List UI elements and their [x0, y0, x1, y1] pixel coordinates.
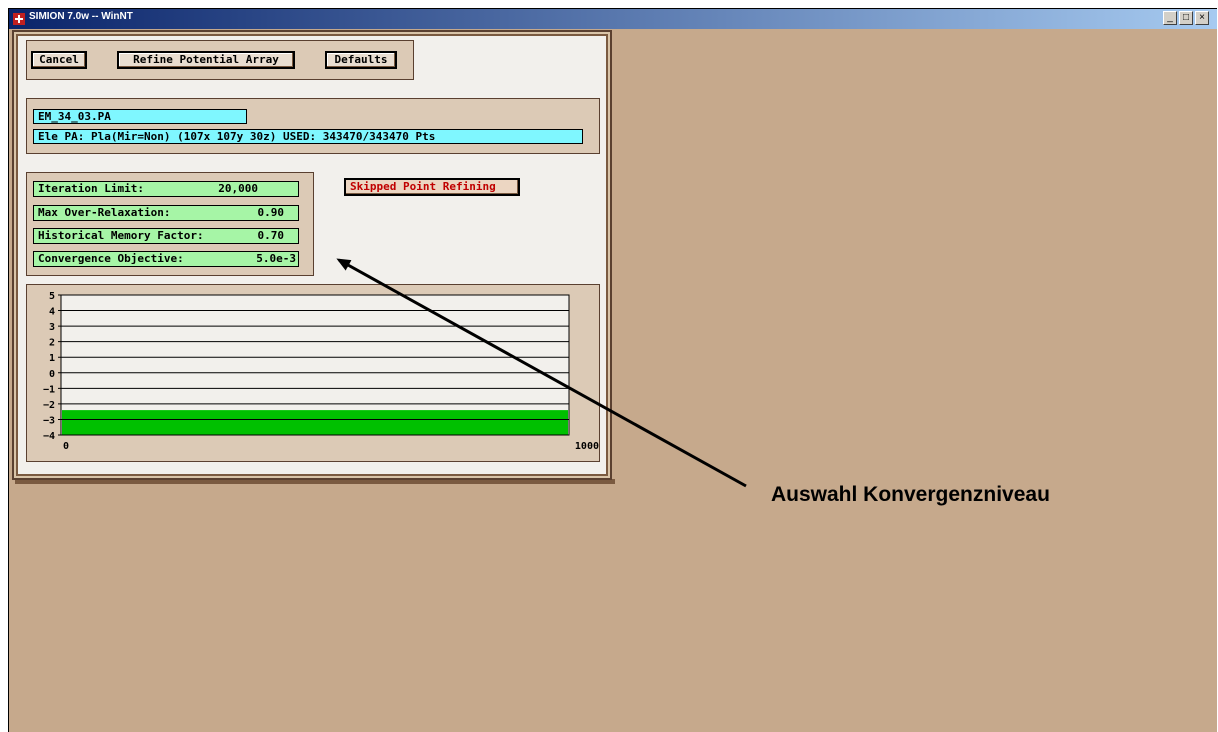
- historical-memory-factor-field[interactable]: Historical Memory Factor: 0.70: [33, 228, 299, 244]
- historical-memory-factor-label: Historical Memory Factor:: [38, 229, 204, 242]
- refine-potential-array-button[interactable]: Refine Potential Array: [117, 51, 295, 69]
- y-tick-label: −4: [43, 431, 55, 442]
- iteration-limit-field[interactable]: Iteration Limit: 20,000: [33, 181, 299, 197]
- x-tick-label: 1000: [575, 441, 599, 452]
- y-tick-label: 4: [49, 307, 55, 318]
- simion-window: SIMION 7.0w -- WinNT _ □ × Cancel Refine…: [8, 8, 1217, 732]
- title-bar: SIMION 7.0w -- WinNT _ □ ×: [9, 9, 1217, 29]
- convergence-objective-field[interactable]: Convergence Objective: 5.0e-3: [33, 251, 299, 267]
- cancel-button[interactable]: Cancel: [31, 51, 87, 69]
- y-tick-label: 5: [49, 291, 55, 302]
- button-group: Cancel Refine Potential Array Defaults: [26, 40, 414, 80]
- max-over-relaxation-label: Max Over-Relaxation:: [38, 206, 171, 219]
- convergence-objective-label: Convergence Objective:: [38, 252, 184, 265]
- y-tick-label: −2: [43, 400, 55, 411]
- window-title: SIMION 7.0w -- WinNT: [29, 11, 133, 22]
- minimize-button[interactable]: _: [1163, 11, 1177, 25]
- pa-info-field: Ele PA: Pla(Mir=Non) (107x 107y 30z) USE…: [33, 129, 583, 144]
- convergence-objective-value: 5.0e-3: [256, 252, 296, 265]
- skipped-point-refining-button[interactable]: Skipped Point Refining: [344, 178, 520, 196]
- convergence-chart: 5 4 3 2 1 0 −1 −2 −3 −4 0 1000: [43, 291, 599, 452]
- defaults-button[interactable]: Defaults: [325, 51, 397, 69]
- convergence-bar: [62, 410, 568, 435]
- annotation-label: Auswahl Konvergenzniveau: [771, 483, 1050, 506]
- max-over-relaxation-value: 0.90: [257, 206, 285, 219]
- iteration-limit-label: Iteration Limit:: [38, 182, 144, 195]
- y-tick-label: 2: [49, 338, 55, 349]
- y-tick-label: −1: [43, 384, 55, 395]
- pa-info-group: EM_34_03.PA Ele PA: Pla(Mir=Non) (107x 1…: [26, 98, 600, 154]
- x-tick-label: 0: [63, 441, 69, 452]
- y-tick-label: −3: [43, 415, 55, 426]
- max-over-relaxation-field[interactable]: Max Over-Relaxation: 0.90: [33, 205, 299, 221]
- app-icon: [13, 13, 25, 25]
- y-tick-label: 0: [49, 369, 55, 380]
- pa-filename-field[interactable]: EM_34_03.PA: [33, 109, 247, 124]
- parameters-group: Iteration Limit: 20,000 Max Over-Relaxat…: [26, 172, 314, 276]
- historical-memory-factor-value: 0.70: [257, 229, 285, 242]
- close-button[interactable]: ×: [1195, 11, 1209, 25]
- refine-dialog: Cancel Refine Potential Array Defaults E…: [12, 30, 612, 480]
- y-tick-label: 3: [49, 322, 55, 333]
- y-tick-label: 1: [49, 353, 55, 364]
- iteration-limit-value: 20,000: [218, 182, 258, 195]
- convergence-chart-group: 5 4 3 2 1 0 −1 −2 −3 −4 0 1000: [26, 284, 600, 462]
- maximize-button[interactable]: □: [1179, 11, 1193, 25]
